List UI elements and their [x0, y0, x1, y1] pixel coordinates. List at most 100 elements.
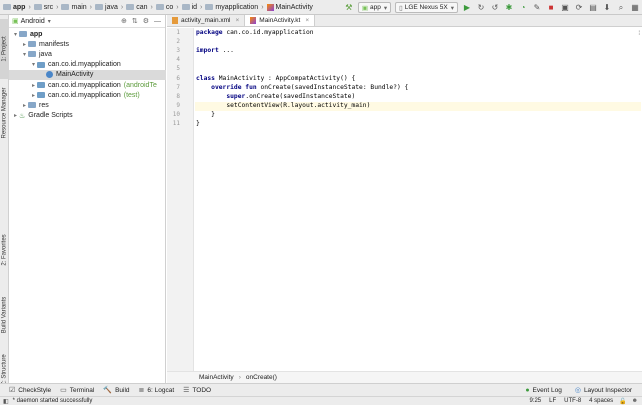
tool-tab[interactable]: Build Variants: [0, 285, 9, 345]
main-toolbar: ⚒ ▣ app ▾ ▯ LGE Nexus 5X ▾ ▶ ↻ ↺ ✱ ◔ ✎ ■ ▣ ⟳ ▤ ⬇ ⌕ ▦: [342, 0, 642, 15]
hammer-icon[interactable]: ⚒: [343, 2, 354, 13]
editor-tab[interactable]: MainActivity.kt ×: [245, 15, 316, 26]
keyword: import: [196, 47, 219, 55]
tree-item[interactable]: ▾ java: [9, 49, 166, 59]
code-line[interactable]: override fun onCreate(savedInstanceState…: [195, 84, 408, 93]
collapse-icon[interactable]: ⇅: [132, 17, 138, 25]
tree-item[interactable]: ▾ app: [9, 29, 166, 39]
folder-icon: [3, 4, 11, 10]
chevron-down-icon[interactable]: ▾: [48, 18, 51, 25]
tool-window-bar: ☑ CheckStyle ▭ Terminal 🔨 Build ≣ 6: Logcat ☰ TOD…: [0, 383, 642, 396]
coverage-icon[interactable]: ▣: [560, 2, 571, 13]
device-selector[interactable]: ▯ LGE Nexus 5X ▾: [395, 2, 458, 13]
attach-icon[interactable]: ✎: [532, 2, 543, 13]
code-line[interactable]: import ...: [195, 47, 234, 56]
indent-setting[interactable]: 4 spaces: [589, 398, 613, 404]
tool-window-tab[interactable]: ≣ 6: Logcat: [139, 386, 175, 395]
scrollbar-marker[interactable]: ⁞: [638, 31, 640, 37]
code-line[interactable]: package can.co.id.myapplication: [195, 29, 314, 38]
breadcrumb-label: src: [43, 3, 54, 11]
folder-icon: [61, 4, 70, 10]
code-line[interactable]: super.onCreate(savedInstanceState): [195, 93, 355, 102]
event-log-tab[interactable]: ● Event Log: [525, 387, 562, 394]
close-icon[interactable]: ×: [235, 17, 239, 24]
tree-item[interactable]: ▸ can.co.id.myapplication (test): [9, 90, 166, 100]
tool-window-tab[interactable]: ☑ CheckStyle: [9, 386, 51, 395]
chevron-down-icon[interactable]: ▾: [30, 61, 37, 68]
breadcrumb-item[interactable]: main ›: [58, 0, 92, 15]
project-panel-header: ▣ Android ▾ ⊕ ⇅ ⚙ —: [9, 15, 165, 28]
profile-icon[interactable]: ◔: [518, 2, 529, 13]
breadcrumb-item[interactable]: myapplication ›: [202, 0, 264, 15]
code-line[interactable]: [195, 38, 196, 47]
tree-item[interactable]: ▸ can.co.id.myapplication (androidTe: [9, 80, 166, 90]
inspector-icon[interactable]: ☻: [632, 398, 638, 404]
chevron-right-icon[interactable]: ▸: [30, 92, 37, 99]
stop-icon[interactable]: ■: [546, 2, 557, 13]
chevron-down-icon[interactable]: ▾: [12, 31, 19, 38]
android-icon: ▣: [12, 18, 19, 25]
tool-window-tab[interactable]: ☰ TODO: [183, 386, 211, 395]
navigation-bar: app › src › main › java › can › co › id › myapplicatio…: [0, 0, 642, 15]
file-encoding[interactable]: UTF-8: [564, 398, 581, 404]
tree-item[interactable]: ▸ manifests: [9, 39, 166, 49]
tool-window-tab[interactable]: ▭ Terminal: [60, 386, 94, 395]
breadcrumb-item[interactable]: java ›: [92, 0, 123, 15]
sync-icon[interactable]: ⟳: [574, 2, 585, 13]
apply-code-icon[interactable]: ↺: [490, 2, 501, 13]
chevron-down-icon[interactable]: ▾: [21, 51, 28, 58]
close-icon[interactable]: ×: [305, 17, 309, 24]
editor-tab[interactable]: activity_main.xml ×: [167, 15, 246, 26]
editor-breadcrumb-item[interactable]: MainActivity: [199, 374, 234, 381]
line-number: 8: [176, 92, 180, 100]
avd-icon[interactable]: ▤: [588, 2, 599, 13]
tool-tab[interactable]: 1: Project: [0, 19, 9, 79]
breadcrumb-label: can: [136, 3, 148, 11]
package-icon: [37, 92, 45, 99]
code-line[interactable]: [195, 65, 196, 74]
layout-icon[interactable]: ▦: [630, 2, 641, 13]
code-line[interactable]: class MainActivity : AppCompatActivity()…: [195, 75, 355, 84]
tree-item[interactable]: ▾ can.co.id.myapplication: [9, 60, 166, 70]
code-line[interactable]: }: [195, 111, 215, 120]
tree-item[interactable]: ▸ res: [9, 100, 166, 110]
run-config-selector[interactable]: ▣ app ▾: [357, 2, 392, 13]
tool-tab[interactable]: 2: Favorites: [0, 220, 9, 280]
debug-icon[interactable]: ✱: [504, 2, 515, 13]
chevron-right-icon[interactable]: ▸: [30, 82, 37, 89]
tool-tab[interactable]: Resource Manager: [0, 87, 9, 139]
code-line[interactable]: }: [195, 120, 200, 129]
chevron-right-icon[interactable]: ▸: [21, 102, 28, 109]
breadcrumb-item[interactable]: id ›: [179, 0, 202, 15]
target-icon[interactable]: ⊕: [121, 17, 127, 25]
project-view-selector[interactable]: Android: [21, 18, 45, 25]
tree-item[interactable]: ▸ ♨ Gradle Scripts: [9, 111, 166, 121]
breadcrumb-item[interactable]: src ›: [31, 0, 58, 15]
breadcrumb-item[interactable]: can ›: [123, 0, 153, 15]
hide-icon[interactable]: —: [154, 18, 161, 25]
apply-changes-icon[interactable]: ↻: [476, 2, 487, 13]
breadcrumb-item[interactable]: co ›: [153, 0, 179, 15]
layout-inspector-tab[interactable]: ◎ Layout Inspector: [575, 386, 632, 395]
lock-icon[interactable]: 🔓: [619, 398, 626, 405]
run-icon[interactable]: ▶: [462, 2, 473, 13]
sdk-icon[interactable]: ⬇: [602, 2, 613, 13]
tool-window-tab[interactable]: 🔨 Build: [103, 386, 129, 395]
status-toggle-icon[interactable]: ◧: [3, 398, 9, 405]
line-number: 10: [172, 110, 180, 118]
code-line[interactable]: [195, 56, 196, 65]
breadcrumb-item[interactable]: app ›: [0, 0, 31, 15]
folder-icon: [33, 4, 42, 10]
status-message[interactable]: * daemon started successfully: [13, 398, 93, 404]
caret-position[interactable]: 9:25: [529, 398, 541, 404]
breadcrumb-item[interactable]: MainActivity: [264, 0, 313, 15]
tree-item-label: res: [39, 101, 49, 109]
code-line[interactable]: setContentView(R.layout.activity_main): [195, 101, 641, 111]
gear-icon[interactable]: ⚙: [143, 17, 149, 25]
chevron-right-icon[interactable]: ▸: [21, 41, 28, 48]
search-icon[interactable]: ⌕: [616, 2, 627, 13]
chevron-right-icon[interactable]: ▸: [12, 112, 19, 119]
line-separator[interactable]: LF: [549, 398, 556, 404]
tree-item[interactable]: MainActivity: [9, 69, 166, 80]
editor-breadcrumb-item[interactable]: onCreate(): [246, 374, 277, 381]
